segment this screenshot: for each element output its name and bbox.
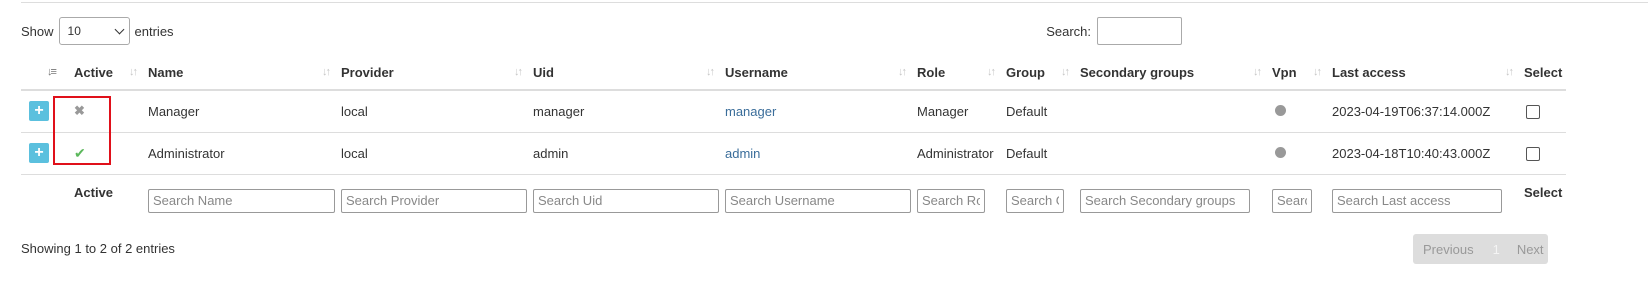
entries-label: entries <box>134 23 174 39</box>
search-vpn-input[interactable] <box>1272 188 1312 213</box>
column-header-group[interactable]: Group ↓↑ <box>1000 55 1074 91</box>
select-checkbox[interactable] <box>1526 146 1540 161</box>
active-column-highlight <box>53 96 111 165</box>
cell-group: Default <box>1000 90 1074 133</box>
cell-uid: manager <box>527 90 719 133</box>
cell-provider: local <box>335 90 527 133</box>
username-link[interactable]: admin <box>725 146 760 161</box>
cell-secondary-groups <box>1074 132 1266 175</box>
users-table: ↓≡ Active ↓↑ Name ↓↑ Provider ↓↑ Uid ↓↑ User… <box>21 55 1566 224</box>
sort-asc-icon: ↓≡ <box>47 66 57 78</box>
column-header-uid[interactable]: Uid ↓↑ <box>527 55 719 91</box>
column-header-provider[interactable]: Provider ↓↑ <box>335 55 527 91</box>
vpn-status-dot-icon <box>1275 104 1286 116</box>
footer-active-label: Active <box>74 184 114 200</box>
table-search-control: Search: <box>1046 17 1182 45</box>
sort-icon: ↓↑ <box>129 66 138 78</box>
column-header-username[interactable]: Username ↓↑ <box>719 55 911 91</box>
entries-length-control: Show 10 entries <box>21 17 174 45</box>
select-checkbox[interactable] <box>1526 105 1540 120</box>
search-username-input[interactable] <box>725 188 911 213</box>
entries-length-value: 10 <box>67 24 81 38</box>
table-info: Showing 1 to 2 of 2 entries <box>21 241 175 256</box>
cell-group: Default <box>1000 132 1074 175</box>
footer-select-label: Select <box>1524 184 1563 200</box>
cell-uid: admin <box>527 132 719 175</box>
table-header-row: ↓≡ Active ↓↑ Name ↓↑ Provider ↓↑ Uid ↓↑ User… <box>21 55 1566 91</box>
sort-icon: ↓↑ <box>1313 66 1322 78</box>
search-group-input[interactable] <box>1006 188 1064 213</box>
top-divider <box>21 2 1648 3</box>
column-header-active[interactable]: Active ↓↑ <box>68 55 142 91</box>
column-header-last-access[interactable]: Last access ↓↑ <box>1326 55 1518 91</box>
column-header-expand[interactable]: ↓≡ <box>21 55 68 91</box>
cell-role: Administrator <box>911 132 1000 175</box>
cell-name: Manager <box>142 90 335 133</box>
pagination-previous-button[interactable]: Previous <box>1413 242 1484 257</box>
entries-length-select[interactable]: 10 <box>58 17 130 45</box>
cell-secondary-groups <box>1074 90 1266 133</box>
cell-last-access: 2023-04-19T06:37:14.000Z <box>1326 90 1518 133</box>
search-input[interactable] <box>1097 17 1182 45</box>
cell-last-access: 2023-04-18T10:40:43.000Z <box>1326 132 1518 175</box>
pagination: Previous 1 Next <box>1413 234 1548 264</box>
cell-name: Administrator <box>142 132 335 175</box>
sort-icon: ↓↑ <box>1505 66 1514 78</box>
column-header-name[interactable]: Name ↓↑ <box>142 55 335 91</box>
show-label: Show <box>21 23 54 39</box>
column-header-select[interactable]: Select <box>1518 55 1566 91</box>
username-link[interactable]: manager <box>725 104 776 119</box>
search-label: Search: <box>1046 23 1091 39</box>
search-secondary-groups-input[interactable] <box>1080 188 1250 213</box>
column-search-row: Active Select <box>21 174 1566 224</box>
search-uid-input[interactable] <box>533 188 719 213</box>
vpn-status-dot-icon <box>1275 146 1286 158</box>
cell-role: Manager <box>911 90 1000 133</box>
cell-provider: local <box>335 132 527 175</box>
expand-row-button[interactable]: + <box>29 143 49 163</box>
search-name-input[interactable] <box>148 188 335 213</box>
search-role-input[interactable] <box>917 188 985 213</box>
sort-icon: ↓↑ <box>898 66 907 78</box>
sort-icon: ↓↑ <box>706 66 715 78</box>
search-last-access-input[interactable] <box>1332 188 1502 213</box>
column-header-secondary-groups[interactable]: Secondary groups ↓↑ <box>1074 55 1266 91</box>
sort-icon: ↓↑ <box>1253 66 1262 78</box>
sort-icon: ↓↑ <box>987 66 996 78</box>
sort-icon: ↓↑ <box>1061 66 1070 78</box>
search-provider-input[interactable] <box>341 188 527 213</box>
pagination-next-button[interactable]: Next <box>1509 242 1552 257</box>
pagination-page-1[interactable]: 1 <box>1484 242 1509 257</box>
sort-icon: ↓↑ <box>514 66 523 78</box>
column-header-vpn[interactable]: Vpn ↓↑ <box>1266 55 1326 91</box>
expand-row-button[interactable]: + <box>29 101 49 122</box>
table-row: + ✖ Manager local manager manager Manage… <box>21 90 1566 133</box>
sort-icon: ↓↑ <box>322 66 331 78</box>
column-header-role[interactable]: Role ↓↑ <box>911 55 1000 91</box>
table-row: + ✔ Administrator local admin admin Admi… <box>21 132 1566 175</box>
chevron-down-icon <box>114 24 124 35</box>
